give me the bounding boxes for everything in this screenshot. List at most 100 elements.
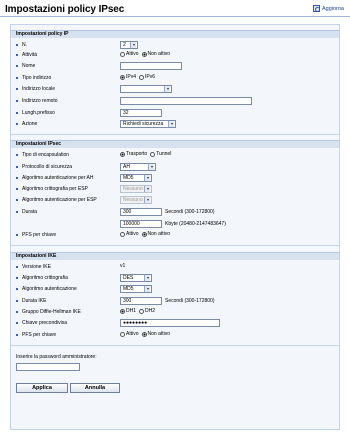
ah-auth-select[interactable]: MD5: [120, 174, 152, 182]
ike-duration-label: Durata IKE: [22, 298, 47, 304]
address-ipv4-radio[interactable]: IPv4: [120, 74, 136, 80]
row-duration: Durata 300 Secondi (300-172800): [0, 208, 350, 218]
esp-auth-label: Algoritmo autenticazione per ESP: [22, 197, 97, 203]
bullet-icon: [16, 166, 18, 168]
name-label: Nome: [22, 63, 36, 69]
ipsec-pfs-active-radio[interactable]: Attivo: [120, 231, 139, 237]
action-select[interactable]: Richiedi sicurezza: [120, 120, 176, 128]
duration-label: Durata: [22, 209, 38, 215]
bullet-icon: [16, 88, 18, 90]
bullet-icon: [16, 177, 18, 179]
ike-version-value: v1: [120, 263, 126, 269]
bullet-icon: [16, 100, 18, 102]
ike-psk-input[interactable]: ●●●●●●●●: [120, 319, 220, 327]
row-name: Nome: [0, 62, 350, 72]
row-remote-address: Indirizzo remoto: [0, 97, 350, 107]
bullet-icon: [16, 123, 18, 125]
duration-seconds-unit: Secondi (300-172800): [165, 209, 215, 215]
row-ike-duration: Durata IKE 300 Secondi (300-172800): [0, 297, 350, 307]
row-ike-dh: Gruppo Diffie-Hellman IKE DH1 DH2: [0, 308, 350, 318]
status-inactive-radio[interactable]: Non attivo: [141, 51, 170, 57]
refresh-link[interactable]: Aggiorna: [312, 5, 344, 12]
page-title: Impostazioni policy IPsec: [5, 4, 125, 15]
bullet-icon: [16, 322, 18, 324]
bullet-icon: [16, 65, 18, 67]
esp-auth-select[interactable]: Nessuno: [120, 196, 152, 204]
ike-version-label: Versione IKE: [22, 264, 51, 270]
encap-transport-radio[interactable]: Trasporto: [120, 151, 147, 157]
ike-pfs-label: PFS per chiave: [22, 332, 57, 338]
row-duration-kb: 100000 Kbyte (20480-2147483647): [0, 220, 350, 230]
protocol-select[interactable]: AH: [120, 163, 156, 171]
prefix-input[interactable]: 32: [120, 109, 162, 117]
row-status: Attività Attivo Non attivo: [0, 51, 350, 61]
name-input[interactable]: [120, 62, 182, 70]
bullet-icon: [16, 300, 18, 302]
remote-address-input[interactable]: [120, 97, 252, 105]
apply-button[interactable]: Applica: [16, 383, 68, 393]
ike-auth-select[interactable]: MD5: [120, 285, 152, 293]
bullet-icon: [16, 234, 18, 236]
section-header-ipsec: Impostazioni IPsec: [11, 140, 339, 148]
row-esp-enc: Algoritmo crittografia per ESP Nessuno: [0, 185, 350, 195]
ike-enc-label: Algoritmo crittografia: [22, 275, 68, 281]
duration-kbyte-unit: Kbyte (20480-2147483647): [165, 221, 226, 227]
local-address-label: Indirizzo locale: [22, 86, 56, 92]
status-active-radio[interactable]: Attivo: [120, 51, 139, 57]
bullet-icon: [16, 44, 18, 46]
ike-duration-input[interactable]: 300: [120, 297, 162, 305]
row-ah-auth: Algoritmo autenticazione per AH MD5: [0, 174, 350, 184]
admin-password-input[interactable]: [16, 363, 80, 371]
row-ike-auth: Algoritmo autenticazione MD5: [0, 285, 350, 295]
bullet-icon: [16, 112, 18, 114]
row-ike-enc: Algoritmo crittografia DES: [0, 274, 350, 284]
bullet-icon: [16, 211, 18, 213]
refresh-label: Aggiorna: [321, 5, 344, 12]
duration-seconds-input[interactable]: 300: [120, 208, 162, 216]
row-prefix: Lungh.prefisso 32: [0, 109, 350, 119]
ike-pfs-active-radio[interactable]: Attivo: [120, 331, 139, 337]
row-ike-psk: Chiave precondivisa ●●●●●●●●: [0, 319, 350, 329]
ike-psk-label: Chiave precondivisa: [22, 320, 68, 326]
address-type-label: Tipo indirizzo: [22, 75, 52, 81]
row-address-type: Tipo indirizzo IPv4 IPv6: [0, 74, 350, 84]
cancel-button[interactable]: Annulla: [70, 383, 120, 393]
local-address-select[interactable]: [120, 85, 172, 93]
esp-enc-label: Algoritmo crittografia per ESP: [22, 186, 88, 192]
section-divider: [11, 345, 339, 346]
row-local-address: Indirizzo locale: [0, 85, 350, 95]
protocol-label: Protocollo di sicurezza: [22, 164, 73, 170]
address-ipv6-radio[interactable]: IPv6: [139, 74, 155, 80]
number-label: N.: [22, 42, 27, 48]
action-label: Azione: [22, 121, 38, 127]
bullet-icon: [16, 54, 18, 56]
bullet-icon: [16, 188, 18, 190]
ipsec-pfs-inactive-radio[interactable]: Non attivo: [141, 231, 170, 237]
row-ike-pfs: PFS per chiave Attivo Non attivo: [0, 331, 350, 341]
ike-enc-select[interactable]: DES: [120, 274, 152, 282]
duration-kbyte-input[interactable]: 100000: [120, 220, 162, 228]
ike-pfs-inactive-radio[interactable]: Non attivo: [141, 331, 170, 337]
bullet-icon: [16, 288, 18, 290]
section-divider: [11, 245, 339, 246]
section-header-policy-ip: Impostazioni policy IP: [11, 30, 339, 38]
status-label: Attività: [22, 52, 38, 58]
row-encapsulation: Tipo di encapsulation Trasporto Tunnel: [0, 151, 350, 161]
bullet-icon: [16, 311, 18, 313]
remote-address-label: Indirizzo remoto: [22, 98, 58, 104]
encap-tunnel-radio[interactable]: Tunnel: [150, 151, 171, 157]
prefix-label: Lungh.prefisso: [22, 110, 55, 116]
row-ipsec-pfs: PFS per chiave Attivo Non attivo: [0, 231, 350, 241]
section-divider: [11, 134, 339, 135]
esp-enc-select[interactable]: Nessuno: [120, 185, 152, 193]
title-bar: Impostazioni policy IPsec Aggiorna: [0, 0, 350, 17]
encapsulation-label: Tipo di encapsulation: [22, 152, 70, 158]
refresh-icon: [312, 5, 320, 12]
row-action: Azione Richiedi sicurezza: [0, 120, 350, 130]
number-select[interactable]: 2: [120, 41, 138, 49]
bullet-icon: [16, 334, 18, 336]
bullet-icon: [16, 199, 18, 201]
ike-auth-label: Algoritmo autenticazione: [22, 286, 77, 292]
ike-dh1-radio[interactable]: DH1: [120, 308, 136, 314]
ike-dh2-radio[interactable]: DH2: [139, 308, 155, 314]
